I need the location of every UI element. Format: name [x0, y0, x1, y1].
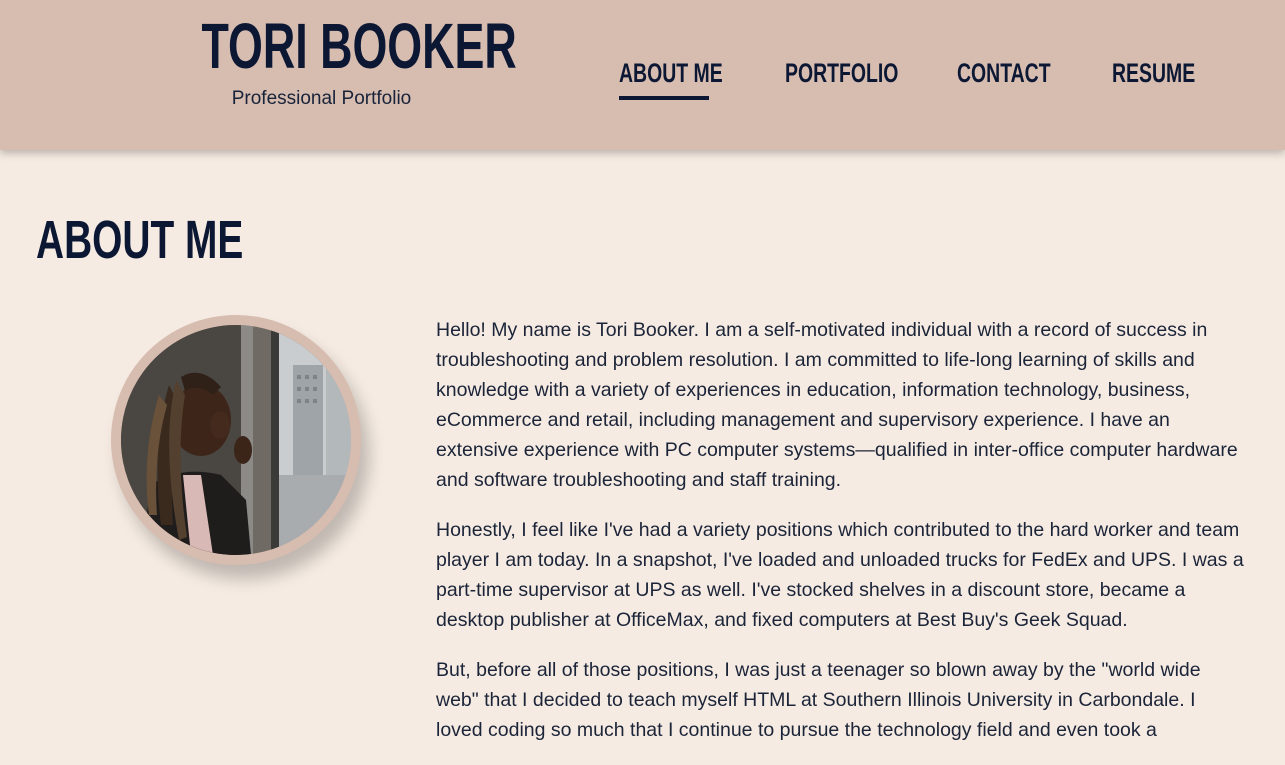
active-nav-indicator	[619, 96, 709, 100]
profile-photo	[121, 325, 351, 555]
nav-resume[interactable]: RESUME	[1112, 54, 1195, 92]
site-header: TORI BOOKER Professional Portfolio ABOUT…	[0, 0, 1285, 150]
about-bio: Hello! My name is Tori Booker. I am a se…	[436, 315, 1246, 765]
bio-paragraph: But, before all of those positions, I wa…	[436, 659, 1201, 741]
nav-contact[interactable]: CONTACT	[957, 54, 1051, 92]
main-nav: ABOUT ME PORTFOLIO CONTACT RESUME	[0, 54, 1285, 104]
nav-portfolio[interactable]: PORTFOLIO	[785, 54, 898, 92]
bio-paragraph: Honestly, I feel like I've had a variety…	[436, 519, 1244, 631]
nav-about-me[interactable]: ABOUT ME	[619, 54, 723, 92]
bio-paragraph: Hello! My name is Tori Booker. I am a se…	[436, 319, 1238, 491]
page-title: ABOUT ME	[36, 210, 244, 270]
avatar-frame	[111, 315, 361, 565]
